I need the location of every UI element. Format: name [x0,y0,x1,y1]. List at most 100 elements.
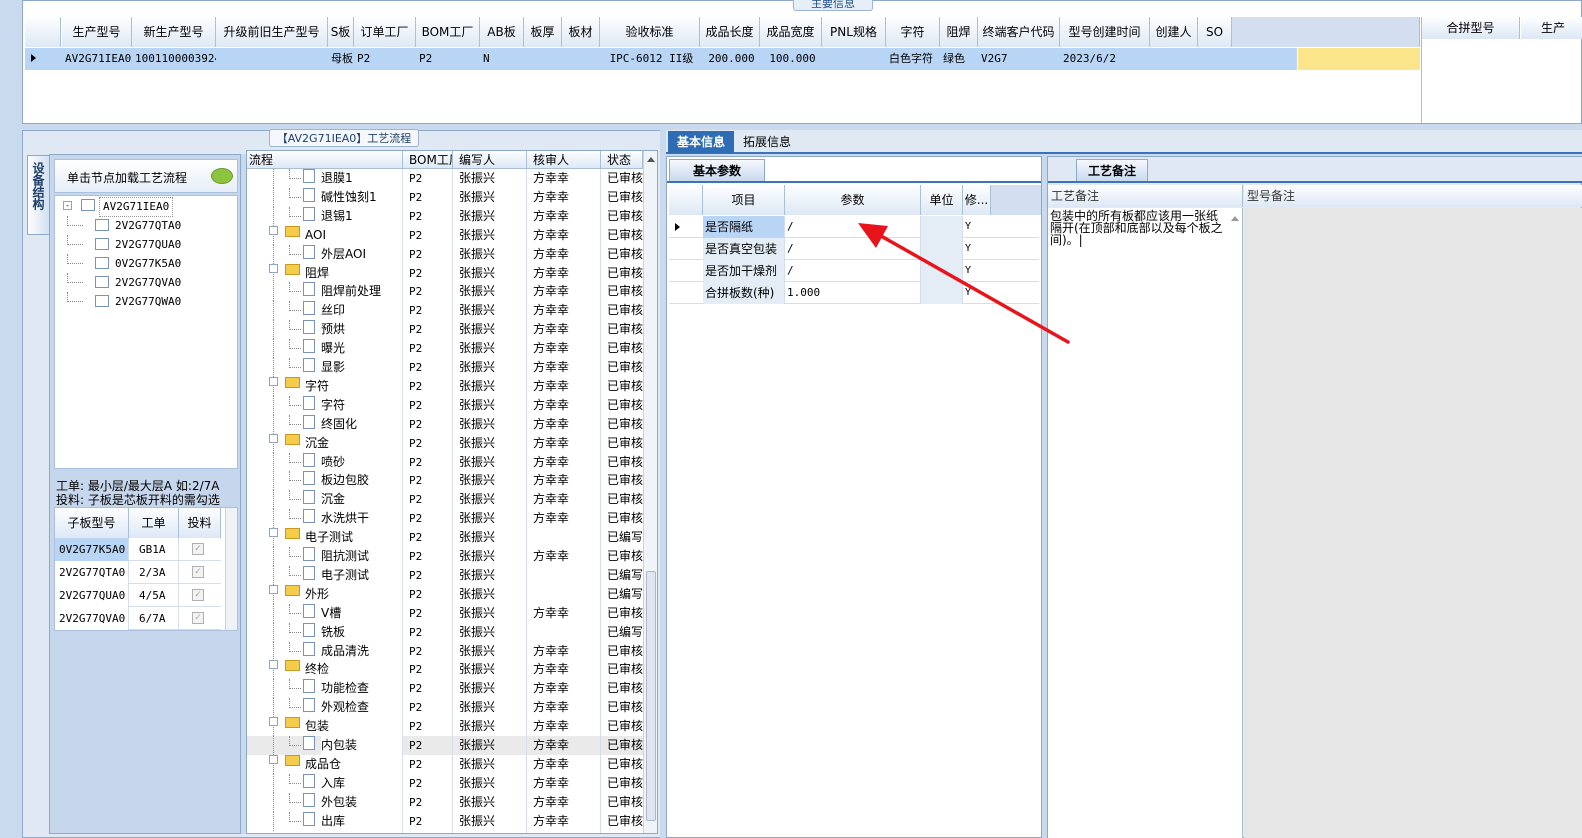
main-grid-cell-17[interactable] [1150,48,1198,70]
flow-row[interactable]: 铣板 P2 张振兴 已编写 [247,622,643,642]
main-grid-cell-4[interactable]: P2 [354,48,416,70]
main-grid-cell-10[interactable]: 200.000 [700,48,760,70]
tree-child-node[interactable]: 2V2G77QUA0 [55,235,239,254]
load-hint-bar[interactable]: 单击节点加载工艺流程 [54,159,238,193]
tab-process-remark[interactable]: 工艺备注 [1076,159,1148,181]
main-grid-header-1[interactable]: 新生产型号 [132,17,216,47]
yellow-cell[interactable] [1298,48,1420,70]
collapse-icon[interactable]: - [269,225,278,235]
collapse-icon[interactable]: - [269,584,278,594]
flow-row[interactable]: 终固化 P2 张振兴 方幸幸 已审核 [247,414,643,434]
flow-header-3[interactable]: 核审人 [527,151,601,169]
flow-row[interactable]: 退锡1 P2 张振兴 方幸幸 已审核 [247,206,643,226]
main-grid-cell-14[interactable]: 绿色 [940,48,978,70]
subboard-row[interactable]: 2V2G77QTA0 2/3A ✓ [55,561,221,584]
flow-row[interactable]: - AOI P2 张振兴 方幸幸 已审核 [247,225,643,245]
flow-row[interactable]: - 成品仓 P2 张振兴 方幸幸 已审核 [247,754,643,774]
tree-root-label[interactable]: AV2G71IEA0 [99,197,174,217]
flow-row[interactable]: 沉金 P2 张振兴 方幸幸 已审核 [247,490,643,510]
main-grid-header-16[interactable]: 型号创建时间 [1060,17,1150,47]
flow-row[interactable]: - 沉金 P2 张振兴 方幸幸 已审核 [247,433,643,453]
main-grid-cell-3[interactable]: 母板 [328,48,354,70]
scroll-up-icon[interactable] [647,157,655,162]
flow-row[interactable]: 功能检查 P2 张振兴 方幸幸 已审核 [247,679,643,699]
main-grid-header-4[interactable]: 订单工厂 [354,17,416,47]
production-header[interactable]: 生产 [1521,17,1582,39]
collapse-icon[interactable]: - [269,754,278,764]
main-grid-header-0[interactable]: 生产型号 [62,17,132,47]
main-grid-header-10[interactable]: 成品长度 [700,17,760,47]
collapse-icon[interactable]: - [269,717,278,727]
subboard-header-feed[interactable]: 投料 [179,508,221,538]
main-grid-header-17[interactable]: 创建人 [1150,17,1198,47]
tree-child-node[interactable]: 2V2G77QVA0 [55,273,239,292]
tree-child-node[interactable]: 0V2G77K5A0 [55,254,239,273]
collapse-icon[interactable]: - [269,376,278,386]
flow-row[interactable]: 成品清洗 P2 张振兴 方幸幸 已审核 [247,641,643,661]
flow-scrollbar[interactable] [643,151,657,833]
param-header-0[interactable]: 项目 [703,185,785,215]
feed-checkbox[interactable]: ✓ [192,612,204,624]
main-grid-header-7[interactable]: 板厚 [524,17,562,47]
main-grid-header-14[interactable]: 阻焊 [940,17,978,47]
flow-row[interactable]: 阻抗测试 P2 张振兴 方幸幸 已审核 [247,547,643,566]
main-grid-cell-12[interactable] [822,48,886,70]
flow-row[interactable]: 退膜1 P2 张振兴 方幸幸 已审核 [247,169,643,188]
tree-child-node[interactable]: 2V2G77QTA0 [55,216,239,235]
collapse-icon[interactable]: - [63,201,72,210]
feed-checkbox[interactable]: ✓ [192,589,204,601]
main-grid-header-15[interactable]: 终端客户代码 [978,17,1060,47]
flow-header-0[interactable]: 流程 [247,151,403,169]
subboard-header-order[interactable]: 工单 [129,508,179,538]
flow-row[interactable]: 外包装 P2 张振兴 方幸幸 已审核 [247,792,643,812]
flow-row[interactable]: 碱性蚀刻1 P2 张振兴 方幸幸 已审核 [247,187,643,207]
flow-row[interactable]: 板边包胶 P2 张振兴 方幸幸 已审核 [247,471,643,491]
scroll-thumb[interactable] [646,571,656,821]
flow-row[interactable]: 阻焊前处理 P2 张振兴 方幸幸 已审核 [247,282,643,302]
main-grid-header-11[interactable]: 成品宽度 [760,17,822,47]
main-grid-cell-2[interactable] [216,48,328,70]
flow-row[interactable]: 出库 P2 张振兴 方幸幸 已审核 [247,811,643,831]
subboard-scrollbar[interactable] [225,508,237,630]
main-grid-cell-13[interactable]: 白色字符 [886,48,940,70]
main-grid-cell-7[interactable] [524,48,562,70]
main-grid-header-6[interactable]: AB板 [480,17,524,47]
flow-row[interactable]: - 包装 P2 张振兴 方幸幸 已审核 [247,717,643,737]
flow-row[interactable]: 外层AOI P2 张振兴 方幸幸 已审核 [247,244,643,264]
flow-row[interactable]: - 终检 P2 张振兴 方幸幸 已审核 [247,660,643,680]
merge-model-header[interactable]: 合拼型号 [1422,17,1520,39]
subboard-row[interactable]: 2V2G77QVA0 6/7A ✓ [55,607,221,630]
flow-row[interactable]: 预烘 P2 张振兴 方幸幸 已审核 [247,320,643,340]
feed-checkbox[interactable]: ✓ [192,543,204,555]
flow-row[interactable]: - 电子测试 P2 张振兴 已编写 [247,528,643,548]
main-grid-cell-16[interactable]: 2023/6/2 [1060,48,1150,70]
tab-basic-info[interactable]: 基本信息 [668,131,734,153]
main-grid-header-13[interactable]: 字符 [886,17,940,47]
tree-child-node[interactable]: 2V2G77QWA0 [55,292,239,311]
main-grid-header-8[interactable]: 板材 [562,17,600,47]
main-grid-header-12[interactable]: PNL规格 [822,17,886,47]
collapse-icon[interactable]: - [269,528,278,538]
flow-row[interactable]: 曝光 P2 张振兴 方幸幸 已审核 [247,339,643,359]
subtab-basic-params[interactable]: 基本参数 [669,159,765,181]
flow-row[interactable]: - 外形 P2 张振兴 已编写 [247,584,643,604]
remark-scroll-up-icon[interactable] [1231,216,1239,221]
flow-header-1[interactable]: BOM工厂 [403,151,453,169]
subboard-row[interactable]: 0V2G77K5A0 GB1A ✓ [55,538,221,561]
tab-extended-info[interactable]: 拓展信息 [736,131,798,153]
collapse-icon[interactable]: - [269,660,278,670]
flow-row[interactable]: 电子测试 P2 张振兴 已编写 [247,565,643,585]
model-remark-area[interactable] [1244,208,1582,838]
main-grid-header-9[interactable]: 验收标准 [600,17,700,47]
flow-row[interactable]: 喷砂 P2 张振兴 方幸幸 已审核 [247,452,643,472]
collapse-icon[interactable]: - [269,433,278,443]
main-grid-header-3[interactable]: S板 [328,17,354,47]
flow-row[interactable]: - 字符 P2 张振兴 方幸幸 已审核 [247,376,643,396]
equipment-structure-tab[interactable]: 设备结构 [27,155,49,235]
main-grid-cell-8[interactable] [562,48,600,70]
main-grid-cell-11[interactable]: 100.000 [760,48,822,70]
flow-row[interactable]: 字符 P2 张振兴 方幸幸 已审核 [247,395,643,415]
main-grid-cell-6[interactable]: N [480,48,524,70]
main-grid-cell-15[interactable]: V2G7 [978,48,1060,70]
main-grid-header-2[interactable]: 升级前旧生产型号 [216,17,328,47]
